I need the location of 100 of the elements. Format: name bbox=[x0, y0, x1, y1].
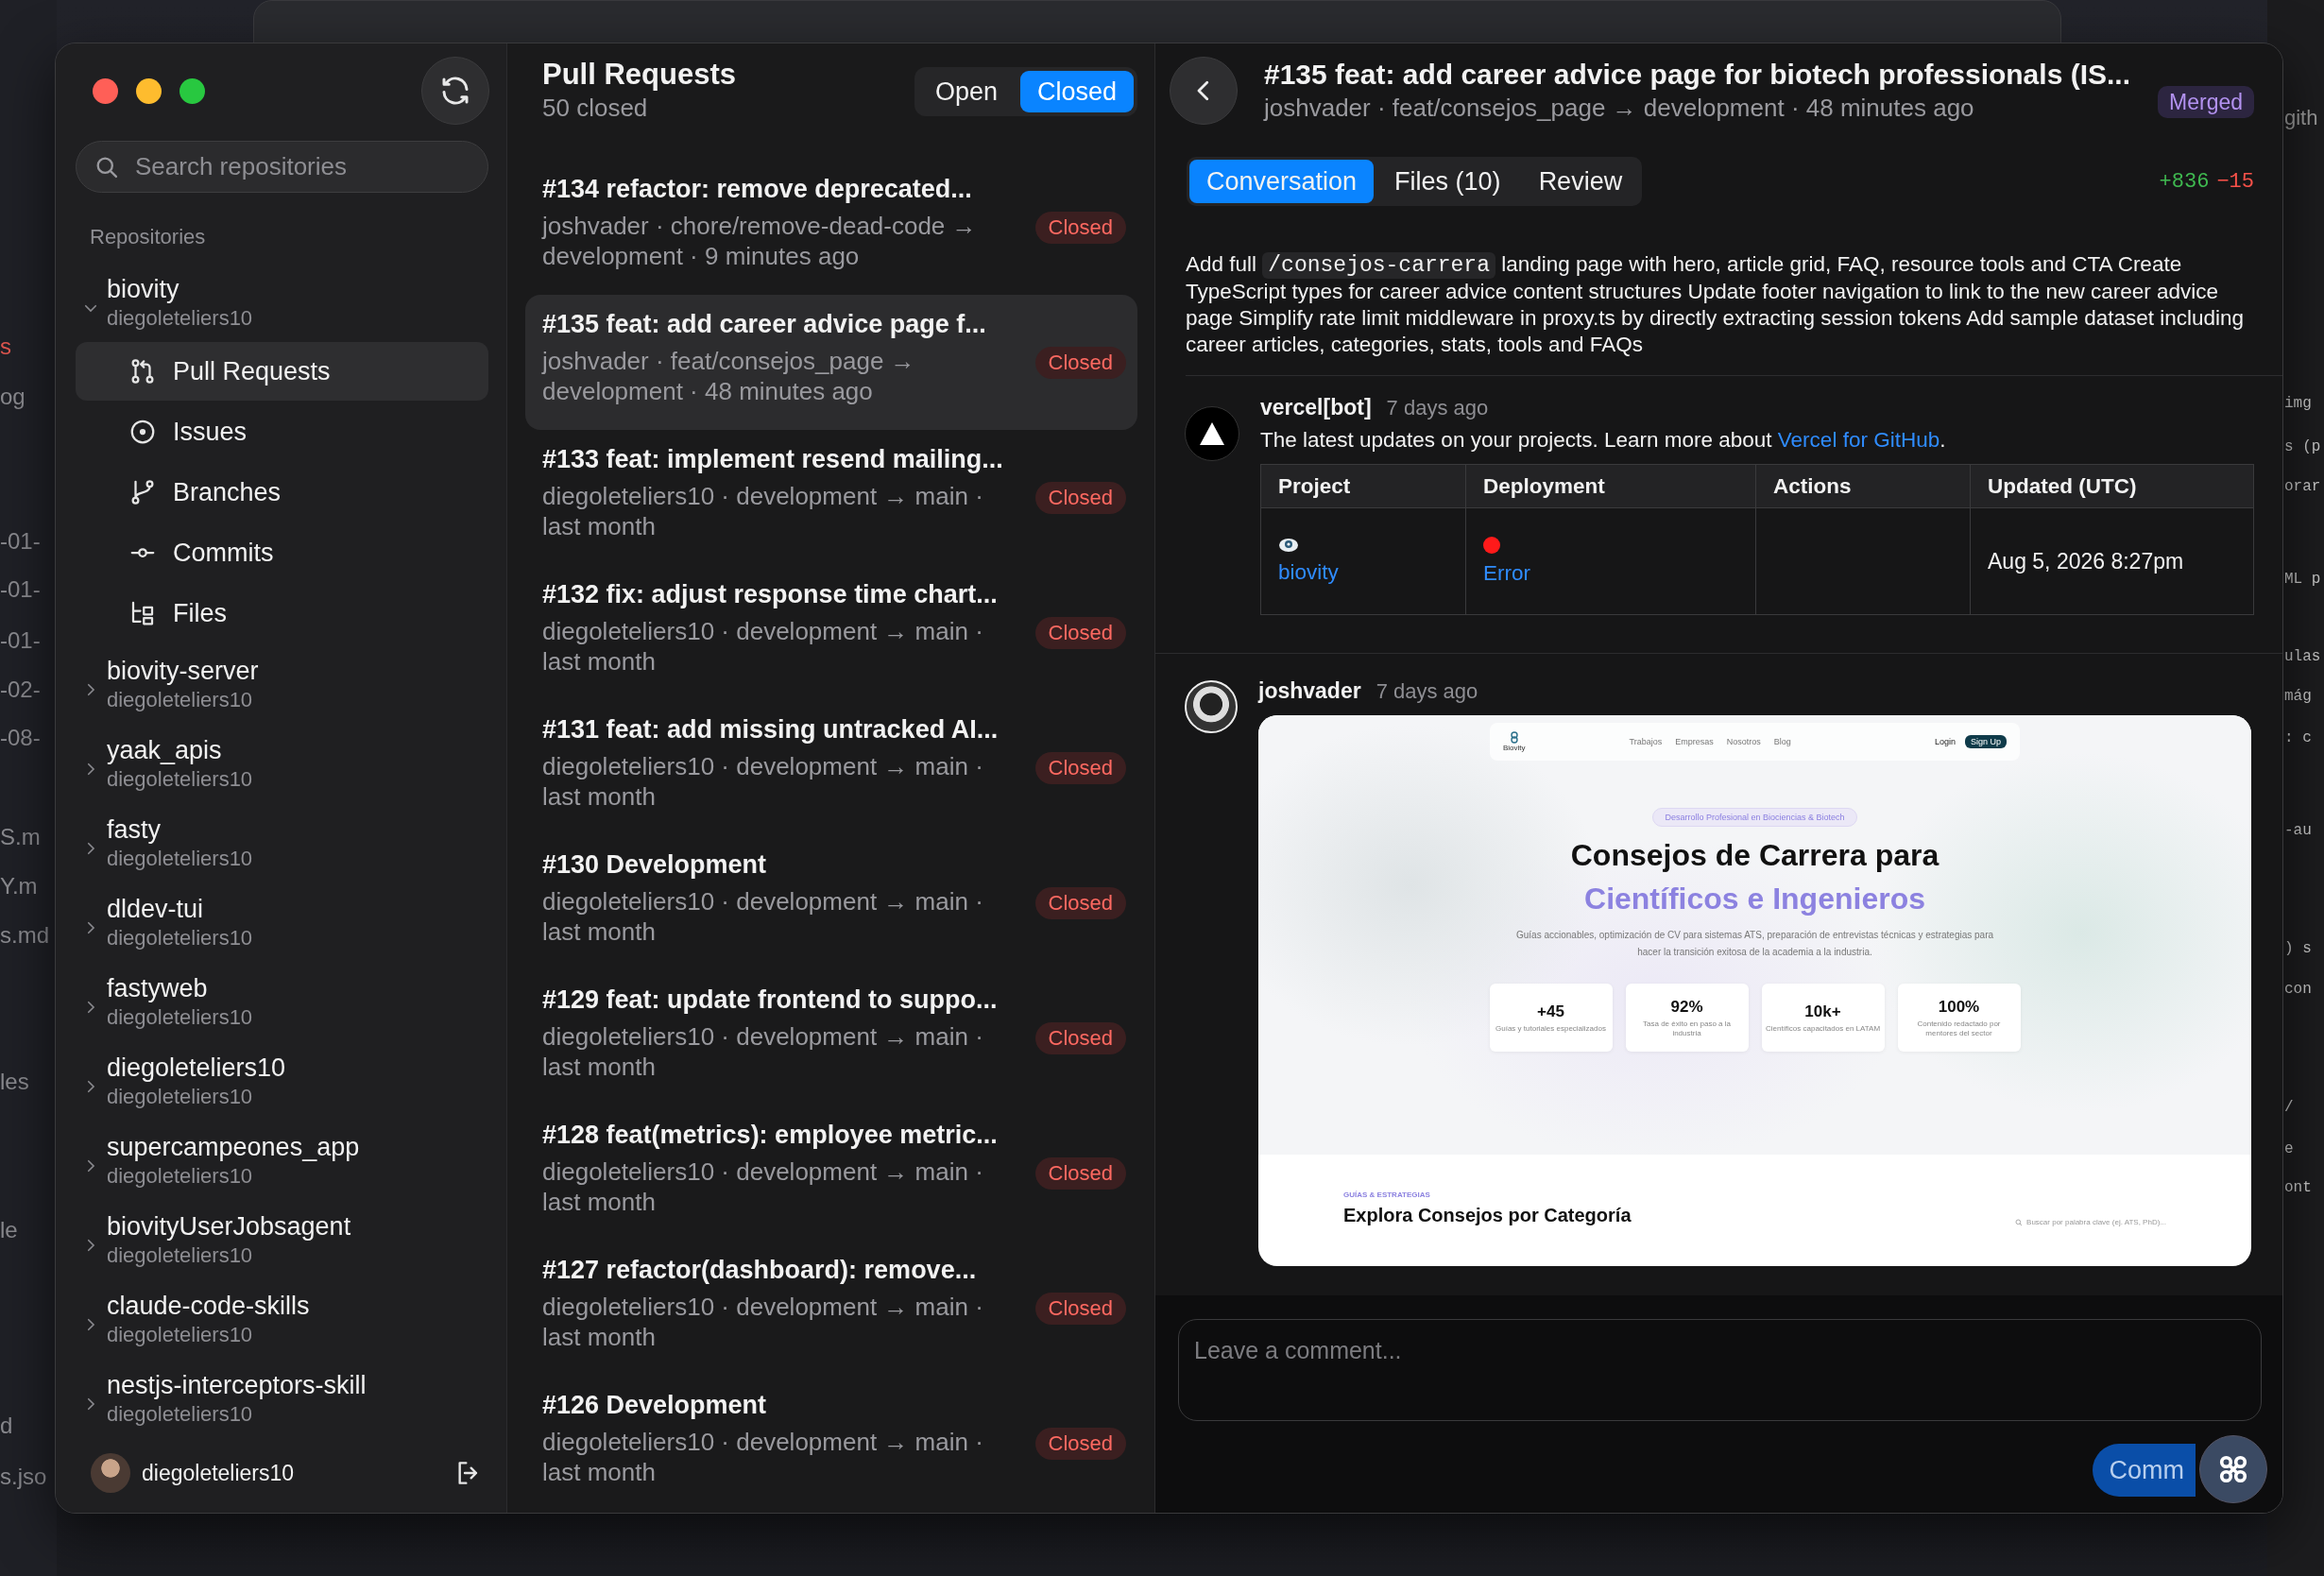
editor-text: img bbox=[2284, 394, 2312, 414]
pull-request-row[interactable]: #127 refactor(dashboard): remove... diegoleteliers10 · development → main · last month Closed bbox=[525, 1241, 1137, 1376]
pull-request-title: #135 feat: add career advice page f... bbox=[542, 309, 987, 340]
status-badge: Closed bbox=[1034, 616, 1126, 649]
signup-button[interactable]: Sign Up bbox=[1964, 735, 2007, 748]
nav-link[interactable]: Nosotros bbox=[1726, 737, 1761, 746]
project-link[interactable]: biovity bbox=[1278, 560, 1448, 585]
nav-item[interactable]: Issues bbox=[76, 403, 488, 461]
editor-text: -01- bbox=[0, 527, 41, 556]
minimize-button[interactable] bbox=[136, 77, 162, 104]
project-icon bbox=[1278, 538, 1299, 553]
repository-name[interactable]: supercampeones_app bbox=[107, 1131, 360, 1163]
nav-link[interactable]: Trabajos bbox=[1629, 737, 1663, 746]
repository-name[interactable]: dldev-tui bbox=[107, 893, 253, 925]
comment-field[interactable]: Leave a comment... bbox=[1178, 1319, 2262, 1421]
avatar[interactable] bbox=[91, 1453, 130, 1493]
status-badge: Closed bbox=[1034, 1021, 1126, 1054]
stat-label: Tasa de éxito en paso a la industria bbox=[1642, 1019, 1732, 1038]
search-bar[interactable]: Search repositories bbox=[76, 141, 488, 193]
repository-name[interactable]: yaak_apis bbox=[107, 734, 253, 766]
pull-request-row[interactable]: #128 feat(metrics): employee metric... diegoleteliers10 · development → main · last month Closed bbox=[525, 1105, 1137, 1241]
status-badge: Closed bbox=[1034, 1292, 1126, 1325]
link[interactable]: Vercel for GitHub bbox=[1777, 428, 1940, 452]
status-badge: Merged bbox=[2158, 86, 2254, 118]
repository-name[interactable]: biovityUserJobsagent bbox=[107, 1210, 351, 1242]
pull-request-meta: diegoleteliers10 · development → main · last month bbox=[542, 1427, 984, 1487]
tab[interactable]: Review bbox=[1521, 160, 1640, 203]
pull-request-title: #130 Development bbox=[542, 849, 768, 881]
status-badge: Closed bbox=[1034, 346, 1126, 379]
editor-text: s bbox=[0, 333, 11, 361]
repository-name[interactable]: fastyweb bbox=[107, 972, 253, 1004]
hero-text: Guías accionables, optimización de CV para sistemas ATS, preparación de entrevistas técnicas y estrategias para hacer la transición exitosa de la academia a la industria. bbox=[1514, 929, 1995, 959]
filter-tab[interactable]: Open bbox=[917, 71, 1015, 112]
pull-request-row[interactable]: #131 feat: add missing untracked AI... diegoleteliers10 · development → main · last month Closed bbox=[525, 700, 1137, 835]
close-button[interactable] bbox=[93, 77, 118, 104]
repository-owner: diegoleteliers10 bbox=[107, 1084, 254, 1110]
nav-item[interactable]: Branches bbox=[76, 463, 488, 522]
pull-request-row[interactable]: #134 refactor: remove deprecated... joshvader · chore/remove-dead-code → development · 9 minutes ago Closed bbox=[525, 160, 1137, 295]
triangle-icon bbox=[1199, 421, 1225, 446]
user-name: diegoleteliers10 bbox=[142, 1460, 296, 1486]
comment-text: . bbox=[1940, 428, 1946, 452]
editor-text: -01- bbox=[0, 575, 41, 604]
stat-value: 92% bbox=[1670, 997, 1703, 1017]
editor-text: s.jso bbox=[0, 1463, 47, 1491]
stat-value: 10k+ bbox=[1804, 1002, 1841, 1021]
filter-tab[interactable]: Closed bbox=[1019, 71, 1134, 112]
comment-author: vercel[bot] bbox=[1260, 394, 1372, 421]
pull-request-meta: joshvader · feat/consejos_page → development · 48 minutes ago bbox=[1264, 93, 1975, 123]
pull-request-row[interactable]: #129 feat: update frontend to suppo... diegoleteliers10 · development → main · last month Closed bbox=[525, 970, 1137, 1105]
tab[interactable]: Files (10) bbox=[1377, 160, 1518, 203]
repository-name[interactable]: nestjs-interceptors-skill bbox=[107, 1369, 367, 1401]
pull-request-title: #126 Development bbox=[542, 1390, 768, 1421]
nav-link[interactable]: Empresas bbox=[1675, 737, 1714, 746]
pull-request-meta: diegoleteliers10 · development → main · last month bbox=[542, 751, 984, 812]
repository-owner: diegoleteliers10 bbox=[107, 1163, 254, 1190]
tag-pill: Desarrollo Profesional en Biociencias & Biotech bbox=[1652, 808, 1857, 827]
pull-request-meta: diegoleteliers10 · development → main · last month bbox=[542, 616, 984, 677]
repository-name[interactable]: diegoleteliers10 bbox=[107, 1052, 286, 1084]
status-badge: Closed bbox=[1034, 211, 1126, 244]
nav-item[interactable]: Pull Requests bbox=[76, 342, 488, 401]
pull-request-meta: joshvader · feat/consejos_page → development · 48 minutes ago bbox=[542, 346, 916, 406]
search-field[interactable]: Search repositories bbox=[133, 151, 470, 182]
table-cell: Aug 5, 2026 8:27pm bbox=[1970, 507, 2254, 615]
repository-owner: diegoleteliers10 bbox=[107, 305, 253, 332]
pull-request-meta: diegoleteliers10 · development → main · last month bbox=[542, 1021, 984, 1082]
pull-request-title: #134 refactor: remove deprecated... bbox=[542, 174, 973, 205]
zoom-button[interactable] bbox=[179, 77, 205, 104]
comment-button[interactable]: Comm bbox=[2092, 1444, 2196, 1497]
repository-owner: diegoleteliers10 bbox=[107, 1322, 254, 1348]
status-badge: Closed bbox=[1034, 1156, 1126, 1190]
deletions-count: −15 bbox=[2216, 169, 2254, 194]
logo-icon bbox=[1508, 731, 1520, 744]
nav-item[interactable]: Files bbox=[76, 584, 488, 642]
column-header: Project bbox=[1260, 464, 1466, 508]
repository-name[interactable]: claude-code-skills bbox=[107, 1290, 310, 1322]
pull-request-row[interactable]: #130 Development diegoleteliers10 · development → main · last month Closed bbox=[525, 835, 1137, 970]
repository-owner: diegoleteliers10 bbox=[107, 925, 253, 951]
repository-name[interactable]: fasty bbox=[107, 814, 253, 846]
editor-text: -02- bbox=[0, 676, 41, 704]
editor-text: les bbox=[0, 1068, 29, 1096]
editor-text: gith bbox=[2284, 107, 2318, 129]
repository-owner: diegoleteliers10 bbox=[107, 1242, 254, 1269]
status-dot bbox=[1483, 537, 1500, 554]
repository-name[interactable]: biovity-server bbox=[107, 655, 259, 687]
repository-owner: diegoleteliers10 bbox=[107, 766, 253, 793]
pull-request-row[interactable]: #135 feat: add career advice page f... joshvader · feat/consejos_page → development · 48 minutes ago Closed bbox=[525, 295, 1137, 430]
nav-link[interactable]: Blog bbox=[1773, 737, 1791, 746]
hero-heading: Científicos e Ingenieros bbox=[1584, 881, 1925, 917]
repository-name[interactable]: biovity bbox=[107, 273, 253, 305]
login-link[interactable]: Login bbox=[1934, 737, 1956, 746]
pull-request-row[interactable]: #132 fix: adjust response time chart... diegoleteliers10 · development → main · last month Closed bbox=[525, 565, 1137, 700]
editor-text: d bbox=[0, 1412, 13, 1440]
pull-request-row[interactable]: #133 feat: implement resend mailing... diegoleteliers10 · development → main · last month Closed bbox=[525, 430, 1137, 565]
pull-request-row[interactable]: #126 Development diegoleteliers10 · development → main · last month Closed bbox=[525, 1376, 1137, 1511]
column-header: Deployment bbox=[1465, 464, 1756, 508]
nav-item[interactable]: Commits bbox=[76, 523, 488, 582]
editor-text: e bbox=[2284, 1139, 2294, 1159]
pull-request-title: #129 feat: update frontend to suppo... bbox=[542, 985, 999, 1016]
deployment-link[interactable]: Error bbox=[1483, 561, 1738, 586]
stat-label: Contenido redactado por mentores del sector bbox=[1916, 1019, 2002, 1038]
